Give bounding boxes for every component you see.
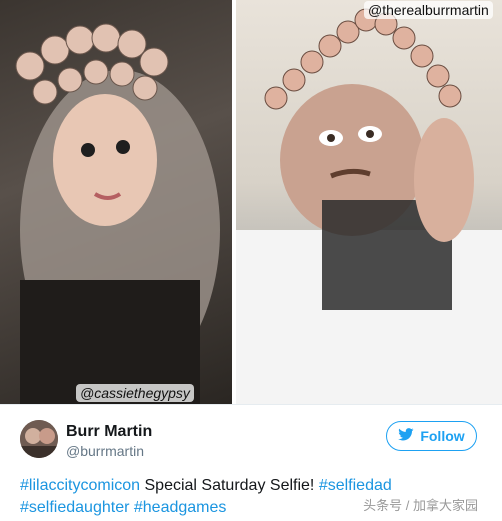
avatar-image: [20, 420, 58, 458]
source-watermark: 头条号 / 加拿大家园: [359, 494, 482, 515]
selfie-photos: @cassiethegypsy @therealburrmartin: [0, 0, 502, 404]
tweet-author-handle[interactable]: @burrmartin: [66, 443, 144, 459]
hashtag-lilaccitycomicon[interactable]: #lilaccitycomicon: [20, 477, 140, 494]
follow-label: Follow: [420, 428, 465, 444]
tweet-author-name[interactable]: Burr Martin: [66, 423, 152, 441]
avatar[interactable]: [20, 420, 58, 458]
right-photo-art: [236, 8, 502, 404]
right-selfie-photo[interactable]: @therealburrmartin: [236, 0, 502, 404]
tweet-plain-text: Special Saturday Selfie!: [140, 477, 319, 494]
right-watermark: @therealburrmartin: [364, 1, 493, 19]
left-photo-art: [15, 23, 220, 404]
tweet-card: Burr Martin @burrmartin Follow #lilaccit…: [0, 404, 502, 521]
hashtag-selfiedad[interactable]: #selfiedad: [319, 477, 392, 494]
hashtag-headgames[interactable]: #headgames: [134, 499, 227, 516]
left-watermark: @cassiethegypsy: [76, 384, 194, 402]
left-selfie-photo[interactable]: @cassiethegypsy: [0, 0, 232, 404]
follow-button[interactable]: Follow: [386, 421, 477, 451]
twitter-bird-icon: [398, 428, 414, 444]
hashtag-selfiedaughter[interactable]: #selfiedaughter: [20, 499, 129, 516]
